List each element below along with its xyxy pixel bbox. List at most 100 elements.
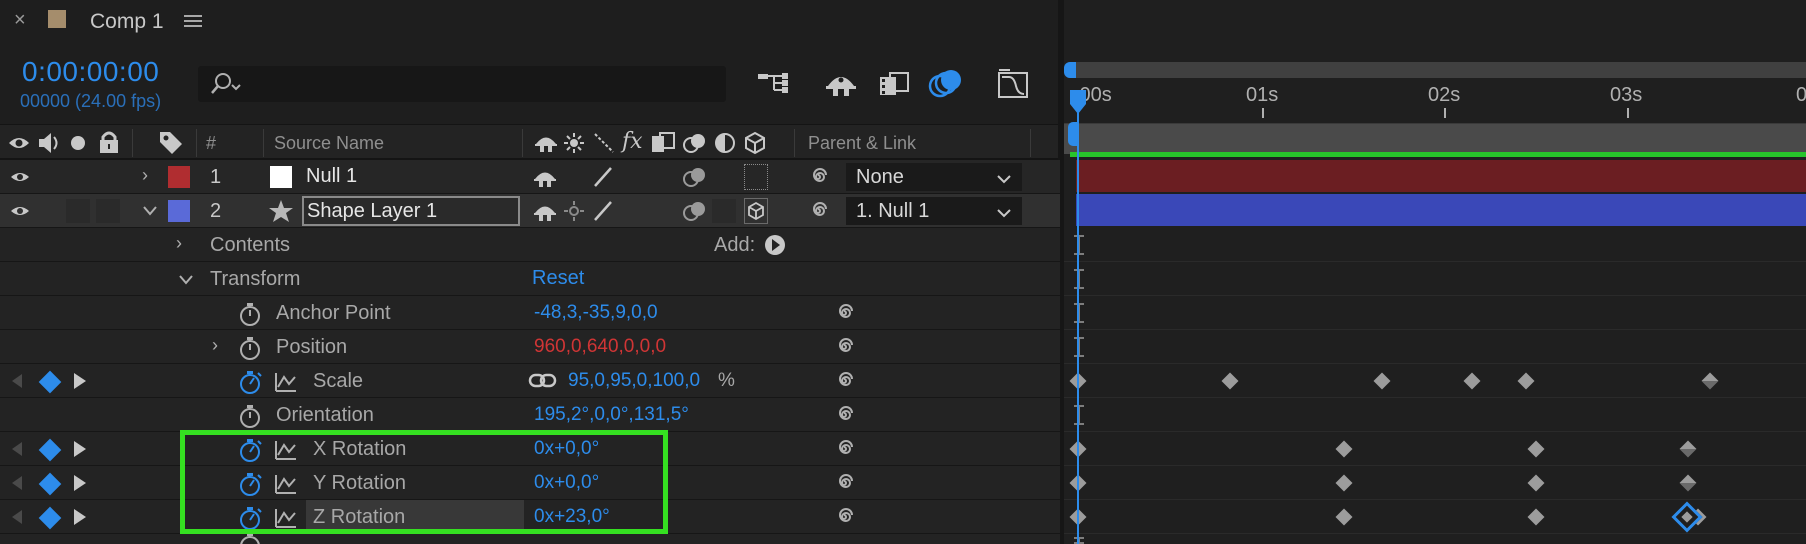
next-keyframe-icon[interactable] [74,475,86,491]
solo-icon[interactable] [71,136,85,150]
keyframe[interactable] [1679,440,1697,458]
property-value[interactable]: 95,0,95,0,100,0 [568,370,700,392]
expand-chevron-icon[interactable]: › [212,335,218,356]
selected-keyframe[interactable] [1671,501,1703,533]
time-navigator-handle[interactable] [1064,62,1076,78]
prev-keyframe-icon[interactable] [12,476,22,490]
comp-tab-label[interactable]: Comp 1 [90,10,164,34]
keyframe[interactable] [1335,440,1353,458]
pickwhip-icon[interactable] [832,438,856,465]
property-row-scale[interactable]: Scale 95,0,95,0,100,0 % [0,364,1060,398]
quality-switch-icon[interactable] [591,199,615,228]
label-color-swatch[interactable] [168,200,190,222]
next-keyframe-icon[interactable] [74,373,86,389]
next-keyframe-icon[interactable] [74,509,86,525]
keyframe[interactable] [1527,440,1545,458]
property-row-orientation[interactable]: Orientation 195,2°,0,0°,131,5° [0,398,1060,432]
expand-chevron-icon[interactable]: › [176,233,182,254]
add-menu-button[interactable] [764,234,786,261]
current-timecode[interactable]: 0:00:00:00 [22,56,159,88]
video-visibility-icon[interactable] [10,170,30,189]
motion-blur-icon[interactable] [928,68,964,105]
keyframe[interactable] [1527,474,1545,492]
stopwatch-icon[interactable] [238,301,262,332]
lock-icon[interactable] [98,130,120,159]
keyframe[interactable] [1373,372,1391,390]
3d-layer-switch-icon[interactable] [744,198,768,224]
keyframe[interactable] [1527,508,1545,526]
layer-bar-shape-layer-1[interactable] [1076,194,1806,226]
add-keyframe-icon[interactable] [38,506,62,530]
keyframe[interactable] [1221,372,1239,390]
add-keyframe-icon[interactable] [38,438,62,462]
3d-switch-empty[interactable] [744,164,768,190]
video-visibility-icon[interactable] [8,134,30,157]
add-keyframe-icon[interactable] [38,370,62,394]
search-input[interactable] [198,66,726,102]
property-value[interactable]: -48,3,-35,9,0,0 [534,302,658,324]
work-area-bar[interactable] [1064,124,1806,154]
keyframe[interactable] [1517,372,1535,390]
transform-group-row[interactable]: Transform Reset [0,262,1060,296]
shy-switch-icon[interactable] [533,168,557,193]
contents-group-row[interactable]: › Contents Add: [0,228,1060,262]
graph-icon[interactable] [274,371,298,398]
label-color-swatch[interactable] [168,166,190,188]
pickwhip-icon[interactable] [832,370,856,397]
property-value[interactable]: 195,2°,0,0°,131,5° [534,404,689,426]
collapse-chevron-icon[interactable] [178,273,194,291]
pickwhip-icon[interactable] [806,166,830,193]
pickwhip-icon[interactable] [806,200,830,227]
keyframe[interactable] [1701,372,1719,390]
layer-bar-null-1[interactable] [1076,160,1806,192]
motion-blur-switch-icon[interactable] [682,199,708,228]
layer-row-shape-layer-1[interactable]: 2 Shape Layer 1 1. Null 1 [0,194,1060,228]
time-navigator[interactable] [1066,62,1806,78]
property-row-position[interactable]: › Position 960,0,640,0,0,0 [0,330,1060,364]
constrain-link-icon[interactable] [528,372,558,395]
search-field[interactable] [250,71,710,97]
parent-dropdown[interactable]: 1. Null 1 [846,197,1022,225]
prev-keyframe-icon[interactable] [12,510,22,524]
layer-row-null-1[interactable]: › 1 Null 1 None [0,160,1060,194]
keyframe[interactable] [1335,474,1353,492]
motion-blur-switch-icon[interactable] [682,165,708,194]
panel-menu-icon[interactable] [184,14,202,28]
pickwhip-icon[interactable] [832,404,856,431]
add-keyframe-icon[interactable] [38,472,62,496]
prev-keyframe-icon[interactable] [12,374,22,388]
collapse-chevron-icon[interactable] [142,204,158,222]
frame-blending-icon[interactable] [878,70,910,103]
quality-switch-icon[interactable] [591,165,615,194]
label-tag-icon[interactable] [158,130,184,161]
col-parent-link[interactable]: Parent & Link [808,133,916,154]
stopwatch-icon[interactable] [238,335,262,366]
keyframe[interactable] [1679,474,1697,492]
audio-icon[interactable] [36,131,62,160]
pickwhip-icon[interactable] [832,506,856,533]
layer-name[interactable]: Null 1 [306,165,357,188]
layer-name-field[interactable]: Shape Layer 1 [302,196,520,226]
pickwhip-icon[interactable] [832,336,856,363]
playhead-handle[interactable] [1068,90,1088,116]
col-source-name[interactable]: Source Name [274,133,384,154]
next-keyframe-icon[interactable] [74,441,86,457]
pickwhip-icon[interactable] [832,302,856,329]
parent-dropdown[interactable]: None [846,163,1022,191]
prev-keyframe-icon[interactable] [12,442,22,456]
graph-editor-icon[interactable] [996,68,1032,105]
keyframe[interactable] [1463,372,1481,390]
panel-tab[interactable]: × Comp 1 [0,0,230,44]
property-row-anchor-point[interactable]: Anchor Point -48,3,-35,9,0,0 [0,296,1060,330]
video-visibility-icon[interactable] [10,204,30,223]
pickwhip-icon[interactable] [832,472,856,499]
close-icon[interactable]: × [14,9,26,32]
shy-switch-icon[interactable] [533,202,557,227]
keyframe[interactable] [1335,508,1353,526]
expand-chevron-icon[interactable]: › [142,165,148,186]
time-ruler[interactable]: :00s 01s 02s 03s 0 [1064,78,1806,124]
reset-link[interactable]: Reset [532,267,584,290]
comp-flowchart-icon[interactable] [756,70,792,103]
stopwatch-active-icon[interactable] [238,369,264,400]
shy-layers-icon[interactable] [824,70,858,103]
